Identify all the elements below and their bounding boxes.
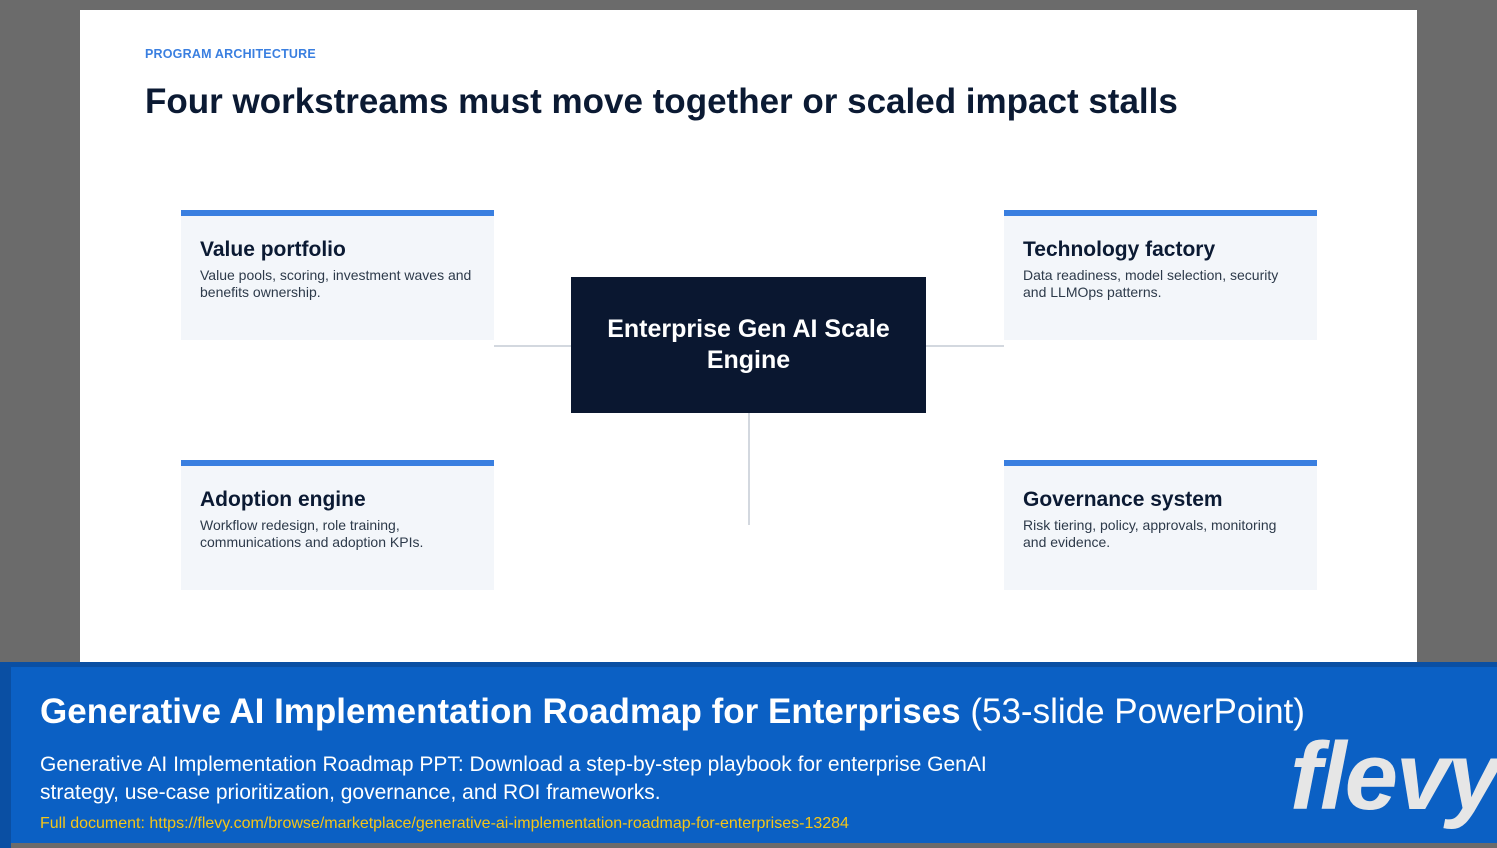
card-title: Technology factory [1023, 238, 1216, 261]
card-title: Adoption engine [200, 488, 366, 511]
connector-down [748, 413, 750, 525]
document-link[interactable]: Full document: https://flevy.com/browse/… [40, 815, 849, 833]
banner-title-main: Generative AI Implementation Roadmap for… [40, 692, 961, 731]
card-title: Value portfolio [200, 238, 346, 261]
section-eyebrow: PROGRAM ARCHITECTURE [145, 47, 316, 61]
banner-title-suffix: (53-slide PowerPoint) [970, 692, 1305, 731]
hub-box: Enterprise Gen AI Scale Engine [571, 277, 926, 413]
flevy-logo[interactable]: flevy [1290, 729, 1497, 825]
card-governance-system: Governance system Risk tiering, policy, … [1004, 460, 1317, 590]
banner-accent-strip [0, 667, 11, 848]
card-description: Workflow redesign, role training, commun… [200, 517, 424, 550]
banner-title: Generative AI Implementation Roadmap for… [40, 692, 1305, 732]
hub-label: Enterprise Gen AI Scale Engine [607, 315, 890, 374]
card-title: Governance system [1023, 488, 1223, 511]
promo-banner: Generative AI Implementation Roadmap for… [0, 662, 1497, 848]
card-description: Data readiness, model selection, securit… [1023, 267, 1279, 300]
card-description: Value pools, scoring, investment waves a… [200, 267, 472, 300]
card-value-portfolio: Value portfolio Value pools, scoring, in… [181, 210, 494, 340]
card-description: Risk tiering, policy, approvals, monitor… [1023, 517, 1277, 550]
connector-right [926, 345, 1004, 347]
slide-title: Four workstreams must move together or s… [145, 82, 1178, 121]
card-technology-factory: Technology factory Data readiness, model… [1004, 210, 1317, 340]
slide: PROGRAM ARCHITECTURE Four workstreams mu… [80, 10, 1417, 662]
banner-description: Generative AI Implementation Roadmap PPT… [40, 753, 987, 804]
connector-left [494, 345, 571, 347]
card-adoption-engine: Adoption engine Workflow redesign, role … [181, 460, 494, 590]
